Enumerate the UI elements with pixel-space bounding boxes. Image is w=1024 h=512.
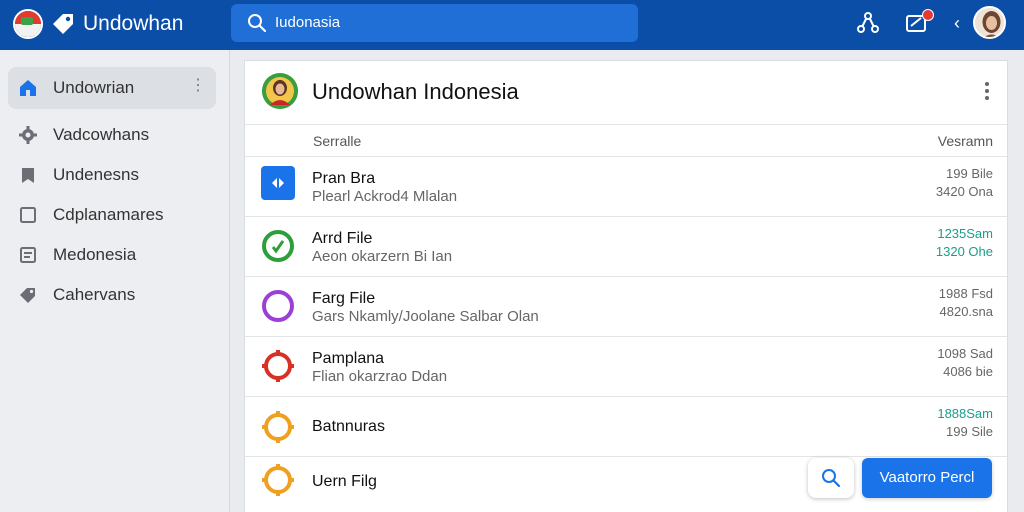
row-subtitle: Aeon okarzern Bi Ian bbox=[312, 248, 453, 265]
panel-title: Undowhan Indonesia bbox=[312, 79, 519, 104]
list-item[interactable]: Pran Bra Plearl Ackrod4 Mlalan 199 Bile … bbox=[245, 157, 1007, 217]
list-item[interactable]: Farg File Gars Nkamly/Joolane Salbar Ola… bbox=[245, 277, 1007, 337]
sidebar-item-label: Cahervans bbox=[53, 285, 136, 304]
row-value-primary: 1235Sam bbox=[937, 226, 993, 241]
list-box-icon bbox=[20, 247, 36, 263]
row-title: Farg File bbox=[312, 290, 376, 307]
panel-header: Undowhan Indonesia bbox=[245, 61, 1007, 125]
list-item[interactable]: Pamplana Flian okarzrao Ddan 1098 Sad 40… bbox=[245, 337, 1007, 397]
row-title: Uern Filg bbox=[312, 473, 377, 490]
row-subtitle: Gars Nkamly/Joolane Salbar Olan bbox=[312, 308, 539, 325]
main-panel: Undowhan Indonesia Serralle Vesramn Pran… bbox=[244, 60, 1008, 512]
sidebar-item-label: Medonesia bbox=[53, 245, 137, 264]
sidebar-item-label: Vadcowhans bbox=[53, 125, 150, 144]
more-vertical-icon[interactable]: ⋮ bbox=[190, 77, 206, 95]
search-input[interactable]: Iudonasia bbox=[275, 14, 340, 32]
orange-gear-icon bbox=[262, 464, 294, 496]
bookmark-icon bbox=[22, 168, 34, 183]
sidebar-item-cdplanamares[interactable]: Cdplanamares bbox=[8, 194, 216, 236]
row-value-primary: 1988 Fsd bbox=[938, 286, 993, 301]
search-bar[interactable]: Iudonasia bbox=[231, 4, 638, 42]
purple-ring-icon bbox=[262, 290, 294, 322]
red-gear-icon bbox=[262, 350, 294, 382]
person-portrait-icon bbox=[975, 8, 1004, 37]
person-portrait-icon bbox=[262, 73, 298, 109]
row-title: Pran Bra bbox=[312, 170, 376, 187]
list-item[interactable]: Arrd File Aeon okarzern Bi Ian 1235Sam 1… bbox=[245, 217, 1007, 277]
row-subtitle: Plearl Ackrod4 Mlalan bbox=[312, 188, 458, 205]
search-icon bbox=[822, 469, 841, 488]
blue-square-arrows-icon bbox=[261, 166, 295, 200]
square-icon bbox=[20, 207, 36, 223]
sidebar-item-label: Undowrian bbox=[53, 78, 135, 97]
more-vertical-icon[interactable] bbox=[981, 79, 993, 103]
sidebar-item-vadcowhans[interactable]: Vadcowhans bbox=[8, 114, 216, 156]
sidebar-item-medonesia[interactable]: Medonesia bbox=[8, 234, 216, 276]
search-icon bbox=[248, 14, 267, 33]
row-value-primary: 1888Sam bbox=[937, 406, 993, 421]
tag-icon bbox=[20, 288, 35, 303]
search-button[interactable] bbox=[808, 458, 854, 498]
primary-action-button[interactable]: Vaatorro Percl bbox=[862, 458, 992, 498]
column-header-right[interactable]: Vesramn bbox=[938, 133, 993, 149]
user-avatar[interactable] bbox=[973, 6, 1006, 39]
brand-tag-icon bbox=[53, 14, 73, 34]
row-value-secondary: 199 Sile bbox=[946, 424, 993, 439]
row-value-secondary: 4086 bie bbox=[943, 364, 993, 379]
home-icon bbox=[20, 80, 36, 96]
sidebar-item-label: Undenesns bbox=[53, 165, 140, 184]
row-value-secondary: 3420 Ona bbox=[935, 184, 993, 199]
gear-icon bbox=[19, 126, 37, 144]
row-value-primary: 199 Bile bbox=[946, 166, 993, 181]
row-title: Pamplana bbox=[312, 350, 385, 367]
orange-gear-icon bbox=[262, 411, 294, 443]
column-header-row: Serralle Vesramn bbox=[245, 125, 1007, 157]
share-network-icon[interactable] bbox=[856, 11, 880, 35]
row-value-primary: 1098 Sad bbox=[937, 346, 993, 361]
panel-avatar bbox=[262, 73, 298, 109]
row-title: Batnnuras bbox=[312, 418, 385, 435]
sidebar-item-undowrian[interactable]: Undowrian ⋮ bbox=[8, 67, 216, 109]
app-title: Undowhan bbox=[83, 12, 184, 35]
column-header-left[interactable]: Serralle bbox=[313, 133, 361, 149]
sidebar: Undowrian ⋮ Vadcowhans Undenesns Cdplana… bbox=[0, 50, 230, 512]
chevron-left-icon[interactable]: ‹ bbox=[954, 12, 960, 34]
top-bar: Undowhan Iudonasia ‹ bbox=[0, 0, 1024, 50]
sidebar-item-cahervans[interactable]: Cahervans bbox=[8, 274, 216, 316]
list-item[interactable]: Batnnuras 1888Sam 199 Sile bbox=[245, 397, 1007, 457]
flag-logo-icon bbox=[13, 9, 43, 39]
sidebar-item-undenesns[interactable]: Undenesns bbox=[8, 154, 216, 196]
row-title: Arrd File bbox=[312, 230, 373, 247]
row-value-secondary: 1320 Ohe bbox=[935, 244, 993, 259]
row-value-secondary: 4820.sna bbox=[939, 304, 994, 319]
green-ring-icon bbox=[262, 230, 294, 262]
notification-badge bbox=[922, 9, 934, 21]
sidebar-item-label: Cdplanamares bbox=[53, 205, 164, 224]
row-subtitle: Flian okarzrao Ddan bbox=[312, 368, 448, 385]
